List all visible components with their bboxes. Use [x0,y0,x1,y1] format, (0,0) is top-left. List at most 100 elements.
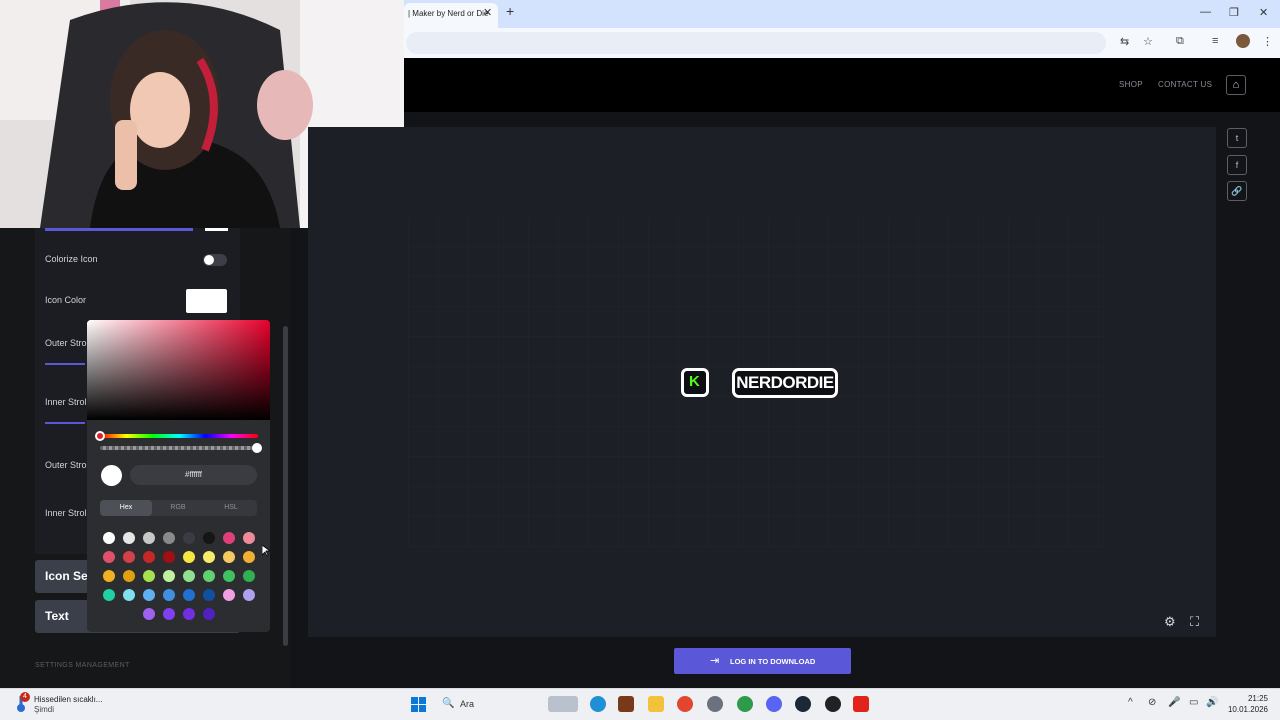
logo-text: NERDORDIE [732,368,838,398]
palette-swatch[interactable] [183,532,195,544]
nav-shop-link[interactable]: SHOP [1119,80,1143,89]
browser-tab[interactable]: | Maker by Nerd or Die ✕ [404,3,498,28]
mode-hsl[interactable]: HSL [205,500,257,516]
game-app-icon[interactable] [618,696,634,712]
palette-swatch[interactable] [143,551,155,563]
tray-overflow-icon[interactable]: ^ [1128,697,1133,708]
weather-title[interactable]: Hissedilen sıcaklı... [34,695,102,704]
palette-swatch[interactable] [103,570,115,582]
palette-swatch[interactable] [243,570,255,582]
palette-swatch[interactable] [163,570,175,582]
palette-swatch[interactable] [243,551,255,563]
clock-date[interactable]: 10.01.2026 [1222,705,1268,714]
palette-swatch[interactable] [183,570,195,582]
chrome-icon[interactable] [677,696,693,712]
palette-swatch[interactable] [143,570,155,582]
fullscreen-icon[interactable]: ⛶ [1190,614,1199,630]
hue-slider[interactable] [100,434,258,438]
saturation-area[interactable] [87,320,270,420]
palette-swatch[interactable] [103,532,115,544]
volume-icon[interactable]: 🔊 [1206,697,1218,708]
palette-swatch[interactable] [203,570,215,582]
display-icon[interactable]: ▭ [1189,697,1198,708]
taskbar-search[interactable]: 🔍 Ara [437,694,547,716]
bookmark-star-icon[interactable]: ☆ [1143,35,1153,48]
obs-icon[interactable] [825,696,841,712]
color-mode-switch: Hex RGB HSL [100,500,257,516]
mode-rgb[interactable]: RGB [152,500,204,516]
palette-swatch[interactable] [203,589,215,601]
hex-input[interactable]: #ffffff [130,465,257,485]
palette-swatch[interactable] [203,551,215,563]
login-to-download-button[interactable]: ⇥ LOG IN TO DOWNLOAD [674,648,851,674]
hue-thumb[interactable] [95,431,105,441]
outer-stroke-slider[interactable] [45,363,85,365]
file-explorer-icon[interactable] [648,696,664,712]
palette-swatch[interactable] [103,551,115,563]
palette-swatch[interactable] [163,589,175,601]
alpha-thumb[interactable] [252,443,262,453]
widgets-icon[interactable] [548,696,578,712]
windows-start-icon[interactable] [411,697,427,713]
palette-swatch[interactable] [203,532,215,544]
browser-tabbar: | Maker by Nerd or Die ✕ + — ❐ ✕ [404,0,1280,28]
alpha-slider[interactable] [100,446,258,450]
palette-swatch[interactable] [143,608,155,620]
recording-app-icon[interactable] [853,696,869,712]
settings-app-icon[interactable] [707,696,723,712]
inner-stroke-slider[interactable] [45,422,85,424]
palette-swatch[interactable] [223,532,235,544]
palette-swatch[interactable] [243,589,255,601]
chrome-profile-icon[interactable] [737,696,753,712]
palette-swatch[interactable] [223,551,235,563]
twitter-icon[interactable]: t [1227,128,1247,148]
settings-gear-icon[interactable]: ⚙ [1164,614,1176,630]
new-tab-button[interactable]: + [506,3,514,19]
clock-time[interactable]: 21:25 [1230,694,1268,703]
palette-swatch[interactable] [203,608,215,620]
translate-icon[interactable]: ⇆ [1120,35,1129,48]
steam-icon[interactable] [795,696,811,712]
address-bar[interactable] [406,32,1106,54]
reading-list-icon[interactable]: ≡ [1212,35,1218,47]
copy-link-icon[interactable]: 🔗 [1227,181,1247,201]
palette-swatch[interactable] [123,570,135,582]
saturation-thumb[interactable] [87,320,91,324]
tab-close-icon[interactable]: ✕ [483,6,492,19]
palette-swatch[interactable] [163,608,175,620]
palette-swatch[interactable] [243,532,255,544]
close-window-icon[interactable]: ✕ [1259,6,1268,19]
palette-swatch[interactable] [123,589,135,601]
palette-swatch[interactable] [143,532,155,544]
facebook-icon[interactable]: f [1227,155,1247,175]
home-icon[interactable]: ⌂ [1226,75,1246,95]
palette-swatch[interactable] [143,589,155,601]
tray-blocked-icon[interactable]: ⊘ [1148,697,1156,708]
palette-swatch[interactable] [223,570,235,582]
extensions-icon[interactable]: ⧉ [1176,35,1184,48]
palette-swatch[interactable] [163,551,175,563]
palette-swatch[interactable] [183,608,195,620]
settings-management-label[interactable]: SETTINGS MANAGEMENT [35,662,130,669]
nav-contact-link[interactable]: CONTACT US [1158,80,1212,89]
palette-swatch[interactable] [183,551,195,563]
discord-icon[interactable] [766,696,782,712]
restore-icon[interactable]: ❐ [1229,6,1239,19]
microphone-icon[interactable]: 🎤 [1168,697,1180,708]
minimize-icon[interactable]: — [1200,6,1211,18]
palette-swatch[interactable] [123,551,135,563]
slider-track[interactable] [45,228,193,231]
mode-hex[interactable]: Hex [100,500,152,516]
browser-menu-icon[interactable]: ⋮ [1262,35,1273,48]
edge-icon[interactable] [590,696,606,712]
palette-swatch[interactable] [223,589,235,601]
colorize-icon-toggle[interactable] [203,254,227,266]
palette-swatch[interactable] [163,532,175,544]
palette-swatch[interactable] [103,589,115,601]
icon-color-swatch[interactable] [186,289,227,313]
panel-scrollbar[interactable] [283,326,288,646]
palette-swatch[interactable] [123,532,135,544]
profile-avatar[interactable] [1236,34,1250,48]
color-swatch-top[interactable] [205,228,228,231]
palette-swatch[interactable] [183,589,195,601]
